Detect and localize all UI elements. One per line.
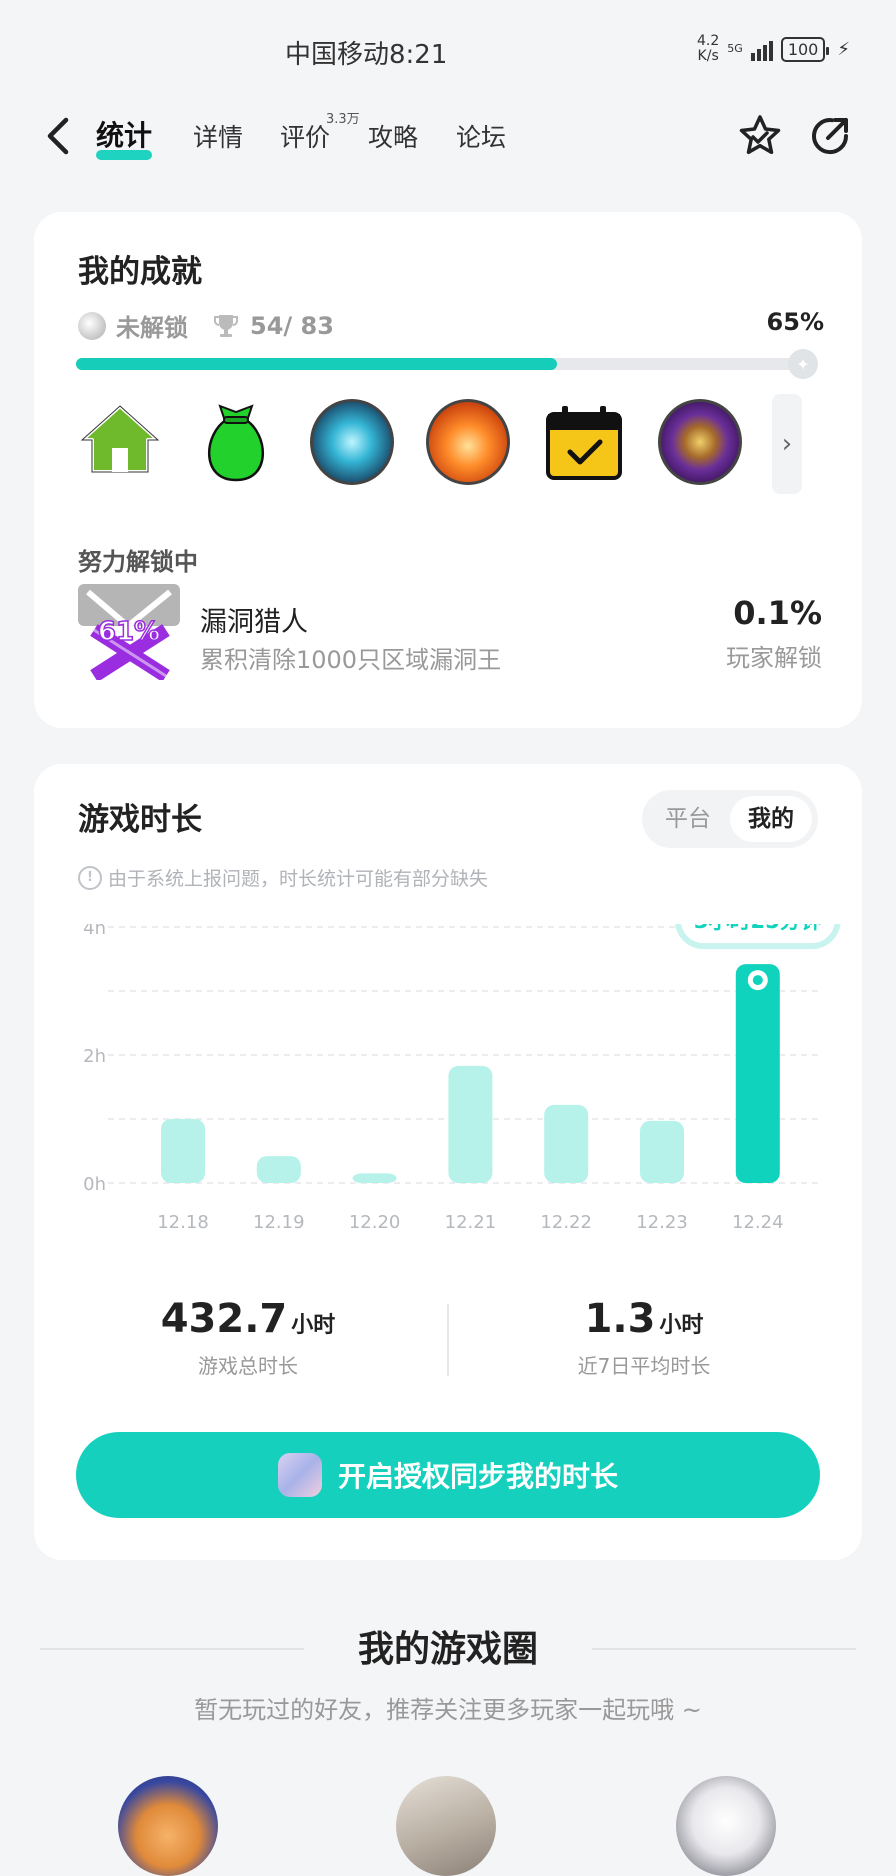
blue-orb-badge-icon[interactable] <box>310 399 394 485</box>
fire-orb-badge-icon[interactable] <box>426 399 510 485</box>
chart-bar <box>448 1065 493 1183</box>
favorite-star-icon[interactable] <box>736 112 784 160</box>
back-arrow-icon[interactable] <box>42 114 78 158</box>
chart-bar <box>256 1156 301 1183</box>
game-circle-title: 我的游戏圈 <box>357 1629 538 1670</box>
playtime-card: 游戏时长 平台 我的 ! 由于系统上报问题，时长统计可能有部分缺失 0h 2h 4h… <box>34 764 862 1560</box>
top-nav: 统计 详情 评价 3.3万 攻略 论坛 <box>0 100 896 180</box>
highlight-tooltip-label: 3小时25分钟 <box>694 924 822 933</box>
carrier-time: 中国移动8:21 <box>285 40 448 70</box>
tab-guides[interactable]: 攻略 <box>368 118 418 154</box>
data-notice: ! 由于系统上报问题，时长统计可能有部分缺失 <box>78 864 488 891</box>
avg-playtime: 1.3 小时 近7日平均时长 <box>464 1296 824 1379</box>
avatar[interactable] <box>676 1776 776 1876</box>
playtime-bar-chart: 0h 2h 4h 12.18 12.19 12.20 12.21 12.22 12.23 12.2… <box>83 924 841 1233</box>
x-tick-label: 12.20 <box>349 1212 401 1233</box>
tab-stats[interactable]: 统计 <box>96 114 153 160</box>
chart-bar <box>735 964 780 1183</box>
calendar-check-badge-icon[interactable] <box>542 400 626 484</box>
avatar[interactable] <box>118 1776 218 1876</box>
chart-bar <box>161 1119 205 1183</box>
tab-forum[interactable]: 论坛 <box>456 118 506 154</box>
badge-list <box>78 399 742 485</box>
sync-button-label: 开启授权同步我的时长 <box>337 1460 618 1493</box>
sync-avatar <box>277 1453 322 1497</box>
house-badge-icon[interactable] <box>78 400 162 484</box>
stat-divider <box>447 1304 449 1376</box>
x-tick-label: 12.24 <box>732 1212 784 1233</box>
avg-playtime-value: 1.3 <box>584 1296 656 1342</box>
y-tick-label: 4h <box>83 924 106 939</box>
in-progress-title: 努力解锁中 <box>78 548 198 576</box>
info-icon: ! <box>78 865 102 890</box>
avg-playtime-unit: 小时 <box>659 1313 704 1338</box>
total-playtime-value: 432.7 <box>160 1296 288 1342</box>
net-speed: 4.2 K/s <box>697 33 720 64</box>
achievement-progress-overlay: 61% <box>98 617 160 647</box>
sync-playtime-button[interactable]: 开启授权同步我的时长 <box>76 1432 820 1518</box>
x-tick-label: 12.21 <box>445 1212 497 1233</box>
locked-label: 未解锁 <box>116 314 188 342</box>
y-tick-label: 2h <box>83 1046 106 1067</box>
achievement-description: 累积清除1000只区域漏洞王 <box>200 646 502 674</box>
platform-mine-toggle: 平台 我的 <box>642 790 818 848</box>
network-type: 5G <box>727 42 743 55</box>
avg-playtime-label: 近7日平均时长 <box>577 1354 711 1378</box>
x-tick-label: 12.23 <box>636 1212 688 1233</box>
tab-reviews[interactable]: 评价 <box>280 118 330 154</box>
playtime-title: 游戏时长 <box>78 802 202 838</box>
signal-icon <box>750 37 773 61</box>
charging-icon: ⚡ <box>837 38 850 60</box>
toggle-platform[interactable]: 平台 <box>652 796 724 842</box>
total-playtime-label: 游戏总时长 <box>198 1354 298 1378</box>
reviews-count: 3.3万 <box>326 112 360 127</box>
x-tick-label: 12.19 <box>253 1212 305 1233</box>
chart-bar <box>352 1173 397 1183</box>
gem-icon <box>78 311 106 340</box>
toggle-mine[interactable]: 我的 <box>730 796 812 842</box>
x-tick-label: 12.22 <box>540 1212 592 1233</box>
chevron-right-icon[interactable]: › <box>772 394 802 494</box>
achievement-name: 漏洞猎人 <box>200 607 308 638</box>
achievement-stats: 未解锁 54/ 83 <box>78 308 334 343</box>
purple-emblem-badge-icon[interactable] <box>658 399 742 485</box>
progress-fill <box>76 358 557 370</box>
progress-end-icon: ✦ <box>788 349 818 379</box>
game-circle-subtitle: 暂无玩过的好友，推荐关注更多玩家一起玩哦 ~ <box>194 1696 702 1724</box>
achievement-unlock-rate: 0.1% <box>733 594 822 632</box>
achievement-percent: 65% <box>766 308 824 336</box>
bug-hunter-achievement-icon: 61% <box>78 584 180 680</box>
achievements-title: 我的成就 <box>78 254 202 290</box>
x-tick-label: 12.18 <box>157 1212 209 1233</box>
total-playtime-unit: 小时 <box>291 1313 336 1338</box>
status-bar: 中国移动8:21 4.2 K/s 5G 100 ⚡ <box>0 0 896 100</box>
achievements-card: 我的成就 未解锁 54/ 83 65% ✦ › 努力解锁中 61% 漏洞猎人 累… <box>34 212 862 728</box>
avatar[interactable] <box>396 1776 496 1876</box>
achievement-count: 54/ 83 <box>250 311 334 340</box>
trophy-icon <box>214 314 238 337</box>
notice-text: 由于系统上报问题，时长统计可能有部分缺失 <box>108 868 489 890</box>
y-tick-label: 0h <box>83 1174 106 1195</box>
highlight-marker-inner <box>752 975 763 986</box>
share-icon[interactable] <box>806 112 854 160</box>
achievement-progress-bar: ✦ <box>76 349 818 379</box>
chart-bar <box>544 1104 589 1183</box>
total-playtime: 432.7 小时 游戏总时长 <box>68 1296 428 1379</box>
achievement-unlock-rate-label: 玩家解锁 <box>726 644 822 672</box>
battery-icon: 100 <box>780 36 829 62</box>
tab-details[interactable]: 详情 <box>193 118 243 154</box>
money-bag-badge-icon[interactable] <box>194 400 278 484</box>
chart-bar <box>640 1120 684 1183</box>
